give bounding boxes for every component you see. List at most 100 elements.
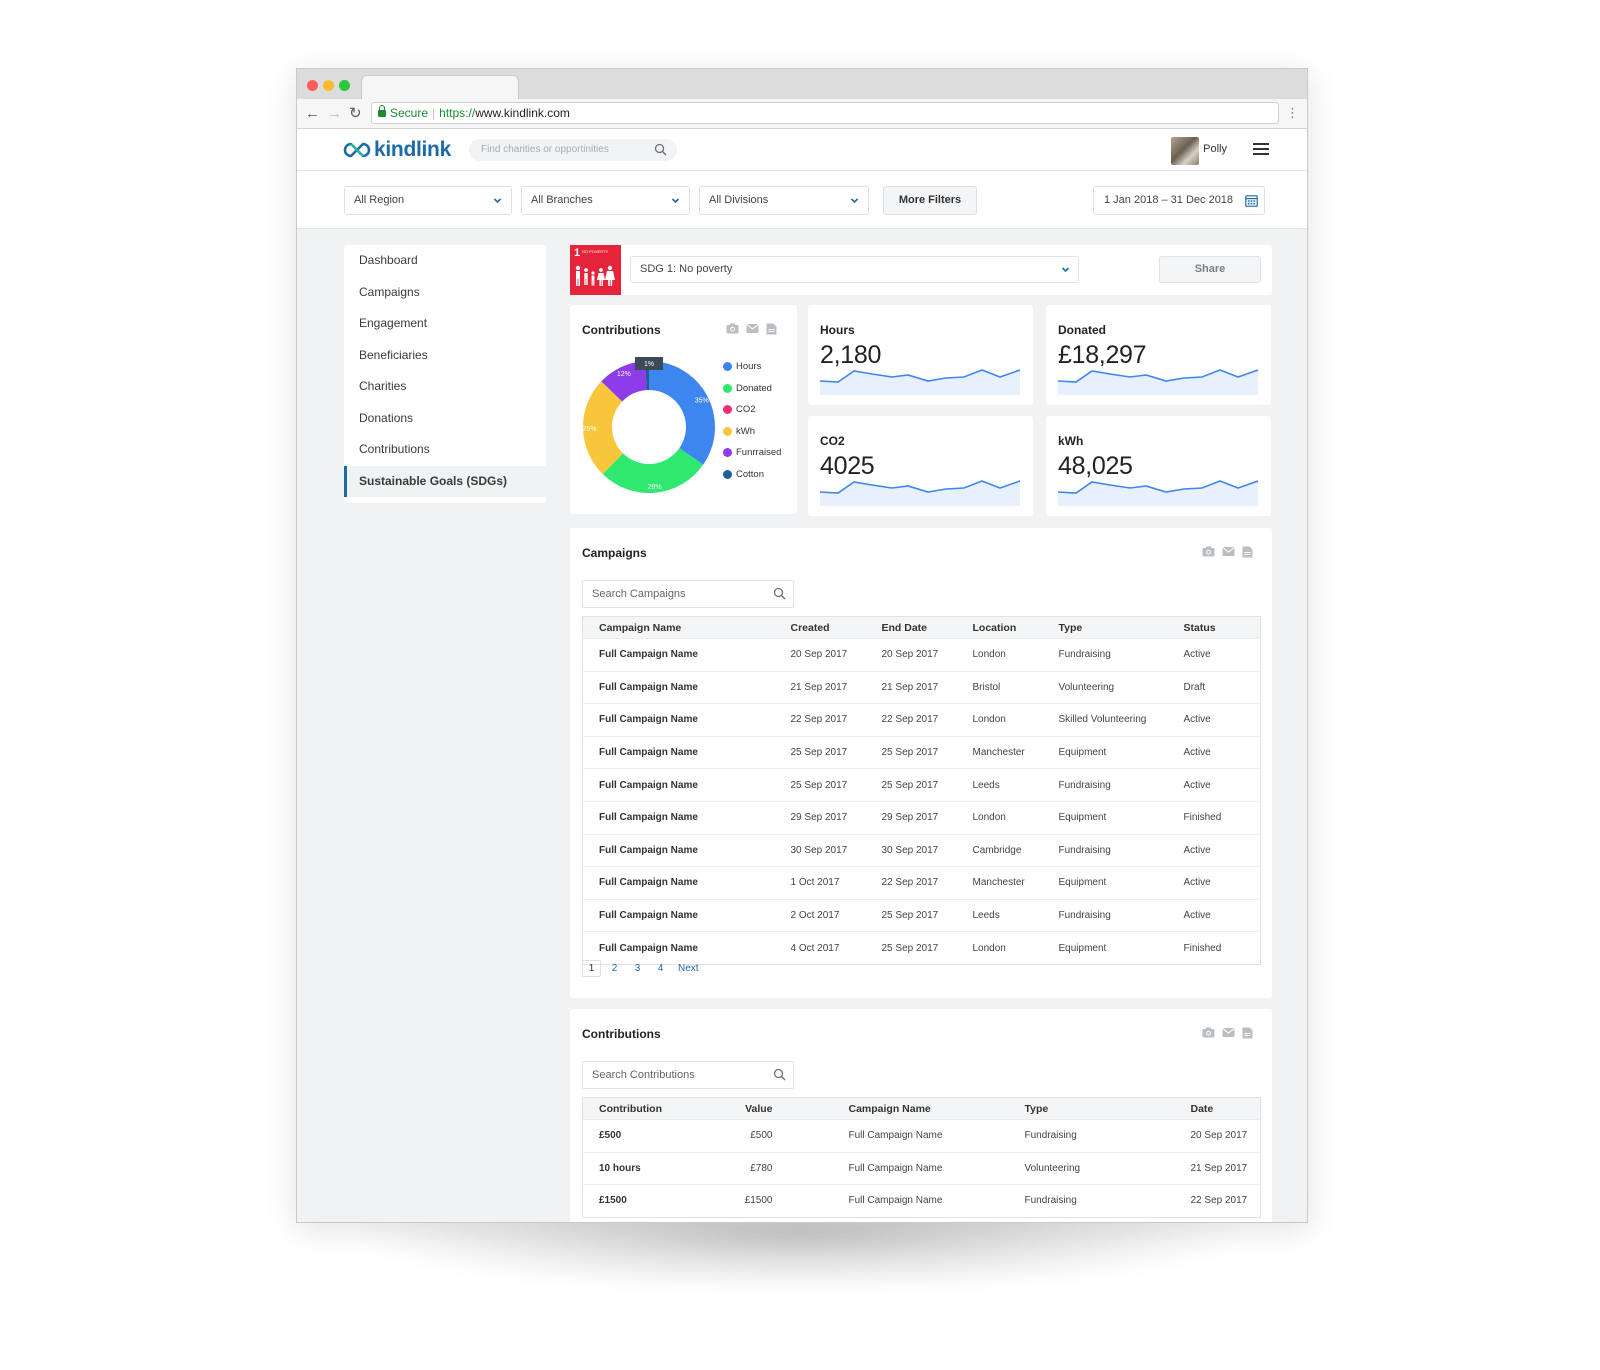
column-header[interactable]: Campaign Name xyxy=(832,1097,1009,1120)
table-row[interactable]: Full Campaign Name 1 Oct 2017 22 Sep 2017 M… xyxy=(582,866,1261,900)
logo-mark-icon xyxy=(343,142,371,158)
legend-item[interactable]: CO2 xyxy=(723,404,781,426)
more-filters-button[interactable]: More Filters xyxy=(883,186,977,215)
header-search-input[interactable]: Find charities or opportinities xyxy=(469,139,677,161)
secure-label: Secure xyxy=(390,106,429,120)
legend-label: kWh xyxy=(736,425,755,437)
column-header[interactable]: Status xyxy=(1167,616,1261,639)
camera-icon[interactable] xyxy=(726,323,739,334)
sidebar-item-sdgs[interactable]: Sustainable Goals (SDGs) xyxy=(344,465,546,497)
campaigns-table: Campaign Name Created End Date Location … xyxy=(582,616,1261,965)
mail-icon[interactable] xyxy=(1222,546,1235,557)
table-row[interactable]: Full Campaign Name 21 Sep 2017 21 Sep 2017… xyxy=(582,670,1261,704)
column-header[interactable]: Date xyxy=(1174,1097,1261,1120)
region-select[interactable]: All Region xyxy=(344,186,512,215)
document-icon[interactable] xyxy=(766,323,777,335)
table-cell: Full Campaign Name xyxy=(582,638,775,672)
mail-icon[interactable] xyxy=(1222,1027,1235,1038)
column-header[interactable]: Type xyxy=(1008,1097,1175,1120)
table-cell: 22 Sep 2017 xyxy=(865,703,957,737)
sidebar-item-donations[interactable]: Donations xyxy=(344,403,546,435)
sdg-selector-bar: 1 NO POVERTY SDG 1: No poverty Share xyxy=(570,245,1272,295)
column-header[interactable]: Location xyxy=(956,616,1043,639)
browser-menu-icon[interactable]: ⋮ xyxy=(1286,105,1299,121)
logo-text: kindlink xyxy=(374,138,451,161)
back-arrow-icon[interactable]: ← xyxy=(305,105,320,123)
reload-icon[interactable]: ↻ xyxy=(349,105,362,123)
avatar[interactable] xyxy=(1171,137,1199,165)
table-row[interactable]: Full Campaign Name 22 Sep 2017 22 Sep 2017… xyxy=(582,703,1261,737)
hamburger-menu-icon[interactable] xyxy=(1253,143,1269,155)
camera-icon[interactable] xyxy=(1202,1027,1215,1038)
legend-item[interactable]: Cotton xyxy=(723,469,781,491)
table-cell: 29 Sep 2017 xyxy=(774,800,866,835)
sdg-select[interactable]: SDG 1: No poverty xyxy=(630,256,1079,283)
table-row[interactable]: Full Campaign Name 20 Sep 2017 20 Sep 2017… xyxy=(582,638,1261,672)
legend-item[interactable]: Hours xyxy=(723,361,781,383)
table-cell: Full Campaign Name xyxy=(582,866,775,900)
share-button[interactable]: Share xyxy=(1159,256,1261,283)
table-cell: Skilled Volunteering xyxy=(1042,703,1168,737)
legend-item[interactable]: Funrraised xyxy=(723,447,781,469)
maximize-window-button[interactable] xyxy=(339,80,350,91)
sidebar-item-dashboard[interactable]: Dashboard xyxy=(344,245,546,277)
table-row[interactable]: Full Campaign Name 25 Sep 2017 25 Sep 2017… xyxy=(582,768,1261,802)
sidebar-item-contributions[interactable]: Contributions xyxy=(344,434,546,466)
page-link[interactable]: 2 xyxy=(605,960,624,977)
page-link[interactable]: 1 xyxy=(582,960,601,977)
donut-slice-hours[interactable] xyxy=(649,361,715,465)
camera-icon[interactable] xyxy=(1202,546,1215,557)
page-link[interactable]: 3 xyxy=(628,960,647,977)
forward-arrow-icon[interactable]: → xyxy=(327,105,342,123)
table-cell: 21 Sep 2017 xyxy=(1174,1151,1261,1185)
search-icon xyxy=(654,143,667,156)
minimize-window-button[interactable] xyxy=(323,80,334,91)
close-window-button[interactable] xyxy=(307,80,318,91)
search-campaigns-input[interactable]: Search Campaigns xyxy=(582,580,794,608)
legend-item[interactable]: kWh xyxy=(723,426,781,448)
table-row[interactable]: Full Campaign Name 30 Sep 2017 30 Sep 2017… xyxy=(582,833,1261,867)
column-header[interactable]: End Date xyxy=(865,616,957,639)
document-icon[interactable] xyxy=(1242,1027,1253,1039)
chevron-down-icon xyxy=(1061,267,1070,273)
next-page-link[interactable]: Next xyxy=(674,960,703,977)
column-header[interactable]: Value xyxy=(712,1097,833,1120)
stat-card-donated: Donated £18,297 xyxy=(1046,305,1271,405)
column-header[interactable]: Contribution xyxy=(582,1097,713,1120)
document-icon[interactable] xyxy=(1242,546,1253,558)
table-cell: London xyxy=(956,800,1043,835)
legend-item[interactable]: Donated xyxy=(723,383,781,405)
table-cell: 25 Sep 2017 xyxy=(865,898,957,932)
table-cell: Full Campaign Name xyxy=(582,670,775,704)
sidebar-item-charities[interactable]: Charities xyxy=(344,371,546,403)
page-link[interactable]: 4 xyxy=(651,960,670,977)
sidebar-item-beneficiaries[interactable]: Beneficiaries xyxy=(344,340,546,372)
user-name[interactable]: Polly xyxy=(1203,143,1227,155)
column-header[interactable]: Campaign Name xyxy=(582,616,775,639)
sidebar-item-campaigns[interactable]: Campaigns xyxy=(344,277,546,309)
table-row[interactable]: 10 hours £780 Full Campaign Name Volunteeri… xyxy=(582,1151,1261,1185)
mail-icon[interactable] xyxy=(746,323,759,334)
divisions-select[interactable]: All Divisions xyxy=(699,186,869,215)
table-cell: 25 Sep 2017 xyxy=(865,768,957,802)
sidebar-item-engagement[interactable]: Engagement xyxy=(344,308,546,340)
search-icon xyxy=(773,587,786,600)
address-bar[interactable]: Secure | https://www.kindlink.com xyxy=(371,102,1279,124)
branches-select[interactable]: All Branches xyxy=(521,186,690,215)
kindlink-logo[interactable]: kindlink xyxy=(343,136,451,164)
table-row[interactable]: £500 £500 Full Campaign Name Fundraising 20 … xyxy=(582,1119,1261,1153)
legend-dot xyxy=(723,448,732,458)
date-range-picker[interactable]: 1 Jan 2018 – 31 Dec 2018 xyxy=(1093,186,1265,215)
table-cell: Equipment xyxy=(1042,800,1168,835)
search-contributions-input[interactable]: Search Contributions xyxy=(582,1061,794,1089)
table-cell: 25 Sep 2017 xyxy=(865,931,957,965)
column-header[interactable]: Created xyxy=(774,616,866,639)
table-row[interactable]: £1500 £1500 Full Campaign Name Fundraising 2… xyxy=(582,1184,1261,1218)
table-row[interactable]: Full Campaign Name 25 Sep 2017 25 Sep 2017… xyxy=(582,735,1261,769)
divisions-select-value: All Divisions xyxy=(709,194,769,206)
browser-tab[interactable] xyxy=(361,75,519,99)
table-row[interactable]: Full Campaign Name 29 Sep 2017 29 Sep 2017… xyxy=(582,800,1261,835)
table-cell: London xyxy=(956,638,1043,672)
column-header[interactable]: Type xyxy=(1042,616,1168,639)
table-row[interactable]: Full Campaign Name 2 Oct 2017 25 Sep 2017 L… xyxy=(582,898,1261,932)
